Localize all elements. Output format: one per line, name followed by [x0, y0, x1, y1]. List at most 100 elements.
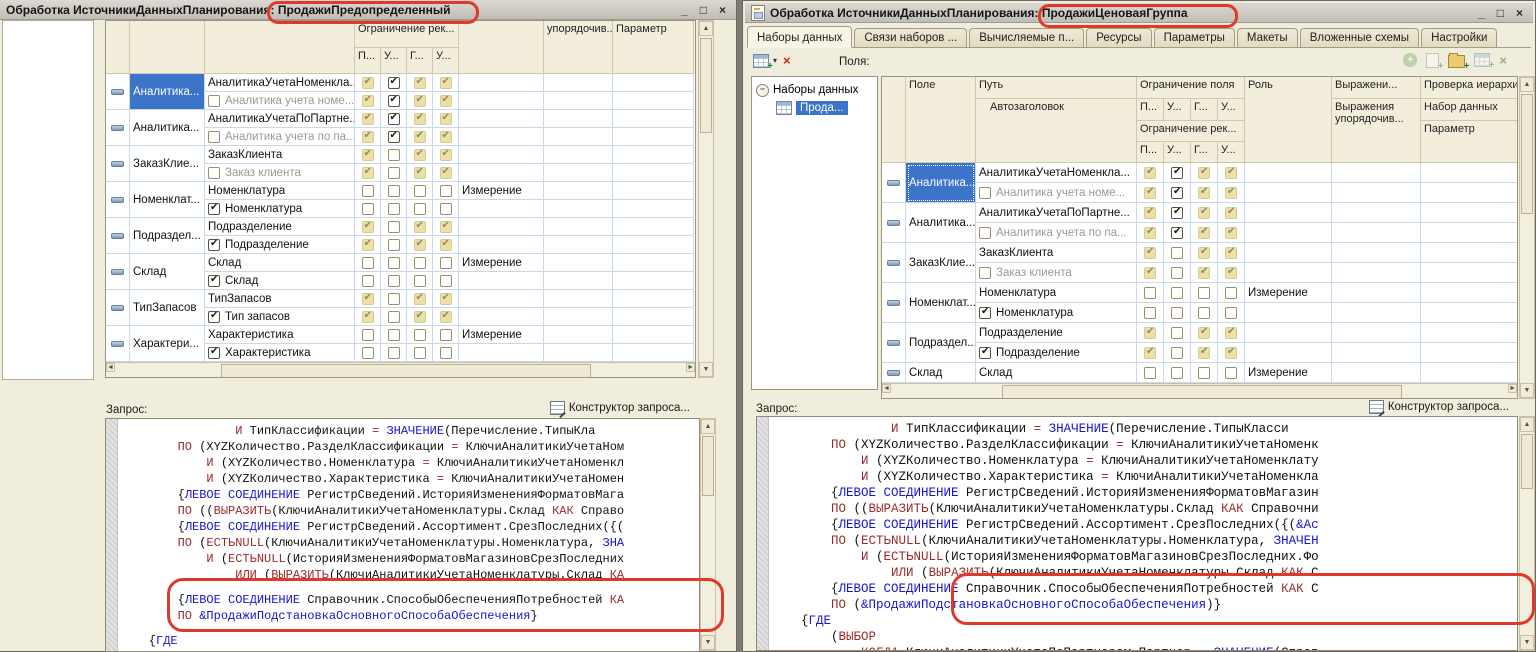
extra-cell[interactable]	[1421, 183, 1518, 203]
minimize-icon[interactable]: _	[1478, 6, 1485, 20]
role-cell[interactable]: Измерение	[459, 182, 544, 200]
restriction-cell[interactable]	[407, 236, 433, 254]
restriction-cell[interactable]	[407, 308, 433, 326]
role-cell[interactable]	[1245, 183, 1332, 203]
checkbox-unchecked[interactable]	[1225, 287, 1237, 299]
extra-cell[interactable]	[613, 182, 694, 200]
extra-cell[interactable]	[1421, 263, 1518, 283]
restriction-cell[interactable]	[407, 146, 433, 164]
checkbox-disabled-checked[interactable]	[414, 77, 426, 89]
restriction-cell[interactable]	[355, 308, 381, 326]
query-vertical-scrollbar[interactable]: ▲ ▼	[700, 418, 716, 651]
path-cell[interactable]: Номенклатура	[205, 182, 355, 200]
checkbox-disabled-checked[interactable]	[1225, 207, 1237, 219]
restriction-cell[interactable]	[381, 236, 407, 254]
restriction-cell[interactable]	[1164, 343, 1191, 363]
path-cell[interactable]: Склад	[205, 254, 355, 272]
restriction-cell[interactable]	[1218, 183, 1245, 203]
role-cell[interactable]	[459, 146, 544, 164]
expression-cell[interactable]	[1332, 223, 1421, 243]
restriction-cell[interactable]	[407, 218, 433, 236]
role-cell[interactable]	[459, 128, 544, 146]
expression-cell[interactable]	[544, 344, 613, 362]
restriction-cell[interactable]	[433, 290, 459, 308]
path-cell[interactable]: АналитикаУчетаНоменкла...	[205, 74, 355, 92]
scrollbar-thumb[interactable]	[700, 38, 712, 133]
checkbox-disabled-checked[interactable]	[414, 95, 426, 107]
extra-cell[interactable]	[613, 92, 694, 110]
restriction-cell[interactable]	[1164, 363, 1191, 383]
expression-cell[interactable]	[544, 74, 613, 92]
checkbox-checked[interactable]	[208, 239, 220, 251]
restriction-cell[interactable]	[1164, 323, 1191, 343]
restriction-cell[interactable]	[1164, 203, 1191, 223]
restriction-cell[interactable]	[355, 146, 381, 164]
extra-cell[interactable]	[613, 110, 694, 128]
checkbox-checked[interactable]	[208, 347, 220, 359]
restriction-cell[interactable]	[355, 74, 381, 92]
path-cell[interactable]: АналитикаУчетаНоменкла...	[976, 163, 1137, 183]
role-cell[interactable]	[459, 290, 544, 308]
titlebar-left[interactable]: Обработка ИсточникиДанныхПланирования: П…	[0, 0, 736, 20]
restriction-cell[interactable]	[381, 344, 407, 362]
row-grip[interactable]	[882, 203, 906, 243]
restriction-cell[interactable]	[1218, 323, 1245, 343]
restriction-cell[interactable]	[1218, 163, 1245, 183]
restriction-cell[interactable]	[1137, 323, 1164, 343]
checkbox-checked[interactable]	[1171, 227, 1183, 239]
extra-cell[interactable]	[613, 290, 694, 308]
checkbox-disabled-checked[interactable]	[1144, 227, 1156, 239]
restriction-cell[interactable]	[1164, 163, 1191, 183]
field-cell[interactable]: Номенклат...	[906, 283, 976, 323]
restriction-cell[interactable]	[1191, 223, 1218, 243]
expression-cell[interactable]	[1332, 363, 1421, 383]
row-grip[interactable]	[882, 323, 906, 363]
checkbox-unchecked[interactable]	[440, 203, 452, 215]
row-grip[interactable]	[106, 182, 130, 218]
extra-cell[interactable]	[613, 218, 694, 236]
extra-cell[interactable]	[1421, 363, 1518, 383]
vertical-scrollbar[interactable]: ▲ ▼	[698, 20, 714, 378]
add-folder-icon[interactable]: +	[1448, 55, 1465, 68]
checkbox-checked[interactable]	[1171, 187, 1183, 199]
checkbox-disabled-checked[interactable]	[362, 239, 374, 251]
restriction-cell[interactable]	[1164, 183, 1191, 203]
query-builder-link[interactable]: Конструктор запроса...	[1369, 400, 1509, 414]
expression-cell[interactable]	[544, 128, 613, 146]
restriction-cell[interactable]	[355, 326, 381, 344]
restriction-cell[interactable]	[1137, 283, 1164, 303]
scroll-down-icon[interactable]: ▼	[1520, 635, 1534, 650]
vertical-scrollbar[interactable]: ▲ ▼	[1519, 76, 1535, 399]
restriction-cell[interactable]	[433, 254, 459, 272]
restriction-cell[interactable]	[381, 182, 407, 200]
restriction-cell[interactable]	[1191, 263, 1218, 283]
expression-cell[interactable]	[544, 326, 613, 344]
role-cell[interactable]	[1245, 343, 1332, 363]
checkbox-unchecked[interactable]	[1144, 287, 1156, 299]
restriction-cell[interactable]	[433, 92, 459, 110]
checkbox-disabled-checked[interactable]	[362, 113, 374, 125]
tab-item[interactable]: Вычисляемые п...	[969, 28, 1084, 47]
field-cell[interactable]: Подраздел...	[130, 218, 205, 254]
role-cell[interactable]	[1245, 303, 1332, 323]
path-cell-sub[interactable]: Подразделение	[205, 236, 355, 254]
row-grip[interactable]	[882, 283, 906, 323]
role-cell[interactable]	[459, 218, 544, 236]
checkbox-checked[interactable]	[208, 275, 220, 287]
restriction-cell[interactable]	[1137, 303, 1164, 323]
restriction-cell[interactable]	[1191, 363, 1218, 383]
path-cell-sub[interactable]: Характеристика	[205, 344, 355, 362]
checkbox-disabled-checked[interactable]	[440, 167, 452, 179]
checkbox-disabled-checked[interactable]	[362, 293, 374, 305]
checkbox-unchecked[interactable]	[414, 257, 426, 269]
restriction-cell[interactable]	[1137, 343, 1164, 363]
query-editor[interactable]: И ТипКлассификации = ЗНАЧЕНИЕ(Перечислен…	[756, 416, 1518, 651]
extra-cell[interactable]	[1421, 303, 1518, 323]
checkbox-disabled-checked[interactable]	[1144, 167, 1156, 179]
restriction-cell[interactable]	[1164, 263, 1191, 283]
checkbox-unchecked[interactable]	[1171, 307, 1183, 319]
maximize-icon[interactable]: □	[700, 3, 707, 17]
restriction-cell[interactable]	[381, 164, 407, 182]
checkbox-disabled-checked[interactable]	[362, 311, 374, 323]
restriction-cell[interactable]	[381, 200, 407, 218]
